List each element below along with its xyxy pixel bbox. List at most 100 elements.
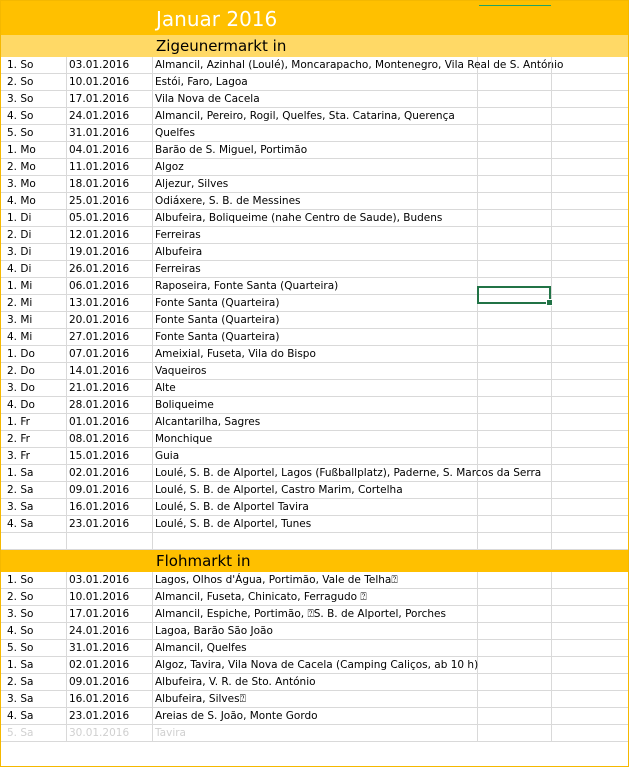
cell-locations[interactable]: Vaqueiros [153, 363, 478, 380]
cell-empty[interactable] [478, 346, 552, 363]
cell-empty[interactable] [552, 363, 628, 380]
cell-day[interactable]: 3. Sa [5, 499, 67, 516]
cell-locations[interactable]: Lagos, Olhos d'Água, Portimão, Vale de T… [153, 572, 478, 589]
cell-date[interactable]: 24.01.2016 [67, 108, 153, 125]
cell-locations[interactable]: Albufeira, V. R. de Sto. António [153, 674, 478, 691]
cell-date[interactable]: 10.01.2016 [67, 74, 153, 91]
cell-day[interactable]: 5. Sa [5, 725, 67, 742]
cell-empty[interactable] [478, 640, 552, 657]
cell-date[interactable]: 20.01.2016 [67, 312, 153, 329]
cell-empty[interactable] [478, 499, 552, 516]
cell-locations[interactable]: Alte [153, 380, 478, 397]
cell-date[interactable]: 31.01.2016 [67, 640, 153, 657]
cell-empty[interactable] [552, 465, 628, 482]
cell-date[interactable]: 27.01.2016 [67, 329, 153, 346]
cell-empty[interactable] [478, 193, 552, 210]
cell-locations[interactable]: Alcantarilha, Sagres [153, 414, 478, 431]
cell-empty[interactable] [552, 572, 628, 589]
cell-locations[interactable]: Barão de S. Miguel, Portimão [153, 142, 478, 159]
cell-empty[interactable] [478, 589, 552, 606]
cell-locations[interactable]: Fonte Santa (Quarteira) [153, 312, 478, 329]
cell-empty[interactable] [478, 657, 552, 674]
cell-day[interactable]: 2. Mi [5, 295, 67, 312]
cell-day[interactable]: 2. Di [5, 227, 67, 244]
cell-day[interactable]: 1. So [5, 572, 67, 589]
cell-locations[interactable]: Albufeira [153, 244, 478, 261]
cell-empty[interactable] [478, 57, 552, 74]
cell-locations[interactable]: Algoz [153, 159, 478, 176]
cell-day[interactable]: 1. Fr [5, 414, 67, 431]
cell-date[interactable]: 03.01.2016 [67, 572, 153, 589]
cell-locations[interactable]: Boliqueime [153, 397, 478, 414]
cell-day[interactable]: 1. So [5, 57, 67, 74]
cell-day[interactable]: 1. Sa [5, 657, 67, 674]
cell-date[interactable]: 13.01.2016 [67, 295, 153, 312]
cell-empty[interactable] [478, 227, 552, 244]
cell-date[interactable]: 05.01.2016 [67, 210, 153, 227]
cell-day[interactable]: 4. Sa [5, 708, 67, 725]
cell-day[interactable]: 2. Sa [5, 482, 67, 499]
cell-locations[interactable]: Odiáxere, S. B. de Messines [153, 193, 478, 210]
cell-date[interactable]: 06.01.2016 [67, 278, 153, 295]
cell-empty[interactable] [5, 533, 67, 550]
cell-empty[interactable] [552, 657, 628, 674]
cell-empty[interactable] [552, 691, 628, 708]
fill-handle[interactable] [546, 299, 553, 306]
cell-date[interactable]: 25.01.2016 [67, 193, 153, 210]
cell-empty[interactable] [552, 312, 628, 329]
cell-date[interactable]: 17.01.2016 [67, 91, 153, 108]
cell-date[interactable]: 10.01.2016 [67, 589, 153, 606]
cell-empty[interactable] [153, 533, 478, 550]
cell-empty[interactable] [552, 499, 628, 516]
cell-empty[interactable] [552, 725, 628, 742]
cell-day[interactable]: 5. So [5, 125, 67, 142]
cell-date[interactable]: 19.01.2016 [67, 244, 153, 261]
cell-empty[interactable] [552, 533, 628, 550]
cell-locations[interactable]: Loulé, S. B. de Alportel, Lagos (Fußball… [153, 465, 541, 482]
cell-locations[interactable]: Fonte Santa (Quarteira) [153, 329, 478, 346]
cell-empty[interactable] [552, 176, 628, 193]
cell-empty[interactable] [478, 312, 552, 329]
cell-empty[interactable] [552, 623, 628, 640]
cell-empty[interactable] [552, 227, 628, 244]
cell-day[interactable]: 4. Mo [5, 193, 67, 210]
cell-empty[interactable] [478, 108, 552, 125]
cell-empty[interactable] [67, 533, 153, 550]
cell-day[interactable]: 3. Do [5, 380, 67, 397]
cell-date[interactable]: 23.01.2016 [67, 708, 153, 725]
cell-day[interactable]: 4. So [5, 623, 67, 640]
cell-date[interactable]: 12.01.2016 [67, 227, 153, 244]
cell-day[interactable]: 3. So [5, 606, 67, 623]
cell-date[interactable]: 16.01.2016 [67, 499, 153, 516]
cell-empty[interactable] [478, 261, 552, 278]
cell-empty[interactable] [478, 533, 552, 550]
cell-empty[interactable] [478, 691, 552, 708]
cell-empty[interactable] [552, 125, 628, 142]
cell-day[interactable]: 1. Mi [5, 278, 67, 295]
cell-day[interactable]: 2. Mo [5, 159, 67, 176]
cell-day[interactable]: 1. Sa [5, 465, 67, 482]
cell-day[interactable]: 4. Mi [5, 329, 67, 346]
cell-day[interactable]: 1. Di [5, 210, 67, 227]
cell-locations[interactable]: Almancil, Fuseta, Chinicato, Ferragudo ⍰ [153, 589, 478, 606]
cell-locations[interactable]: Raposeira, Fonte Santa (Quarteira) [153, 278, 478, 295]
cell-empty[interactable] [478, 482, 552, 499]
cell-locations[interactable]: Quelfes [153, 125, 478, 142]
cell-day[interactable]: 5. So [5, 640, 67, 657]
cell-locations[interactable]: Loulé, S. B. de Alportel, Tunes [153, 516, 478, 533]
cell-empty[interactable] [552, 159, 628, 176]
cell-locations[interactable]: Ferreiras [153, 227, 478, 244]
cell-date[interactable]: 02.01.2016 [67, 465, 153, 482]
cell-date[interactable]: 26.01.2016 [67, 261, 153, 278]
cell-empty[interactable] [552, 516, 628, 533]
cell-date[interactable]: 23.01.2016 [67, 516, 153, 533]
cell-empty[interactable] [552, 74, 628, 91]
cell-day[interactable]: 4. Do [5, 397, 67, 414]
cell-date[interactable]: 09.01.2016 [67, 674, 153, 691]
cell-date[interactable]: 02.01.2016 [67, 657, 153, 674]
cell-day[interactable]: 3. Di [5, 244, 67, 261]
cell-empty[interactable] [552, 606, 628, 623]
cell-empty[interactable] [478, 623, 552, 640]
cell-empty[interactable] [478, 465, 552, 482]
cell-day[interactable]: 2. So [5, 589, 67, 606]
